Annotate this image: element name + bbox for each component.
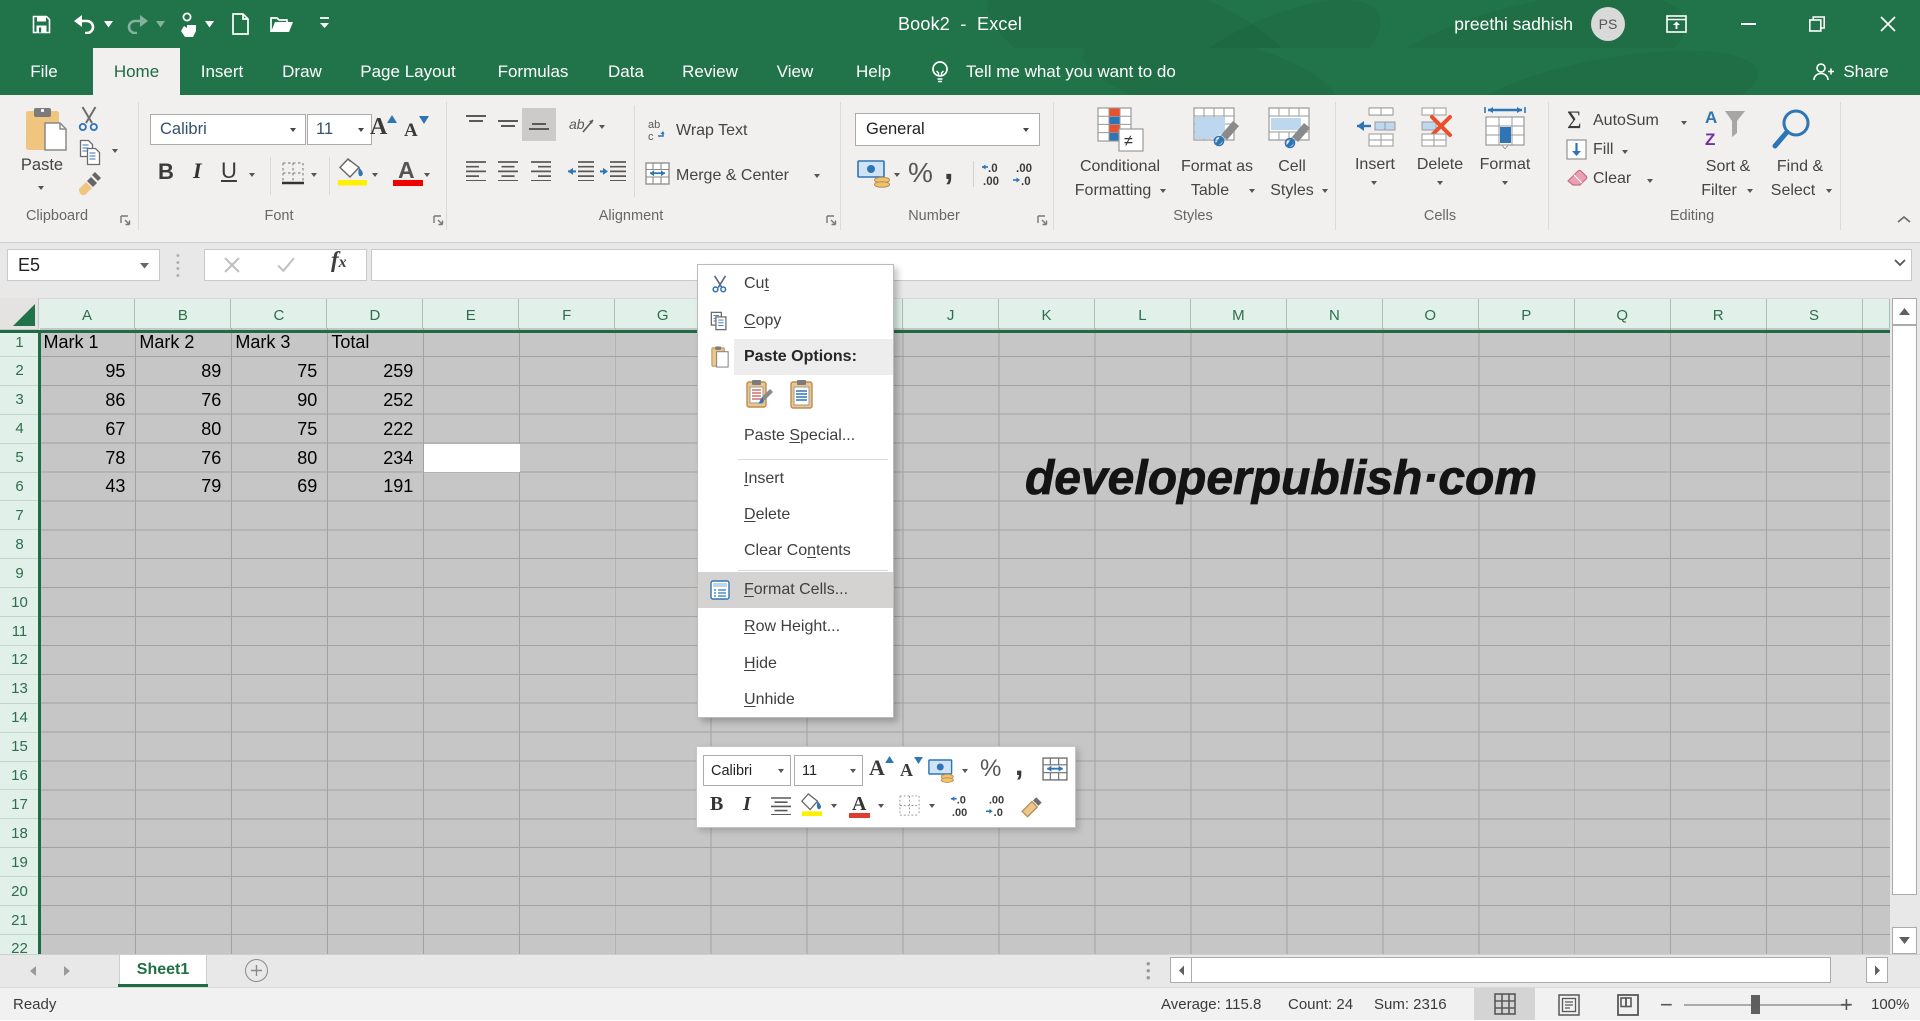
svg-text:≠: ≠ <box>1124 133 1133 150</box>
svg-text:.00: .00 <box>983 176 999 187</box>
svg-text:.0: .0 <box>1021 176 1031 187</box>
svg-text:Z: Z <box>1705 130 1715 149</box>
svg-text:.0: .0 <box>957 795 966 807</box>
svg-text:c: c <box>648 131 654 141</box>
svg-text:ab: ab <box>569 116 585 132</box>
svg-text:.00: .00 <box>989 795 1004 807</box>
svg-text:.00: .00 <box>1016 163 1032 175</box>
svg-text:A: A <box>1705 108 1717 127</box>
svg-text:.00: .00 <box>952 807 967 818</box>
svg-text:.0: .0 <box>988 163 998 175</box>
svg-text:.0: .0 <box>994 807 1003 818</box>
svg-text:ab: ab <box>648 119 660 131</box>
